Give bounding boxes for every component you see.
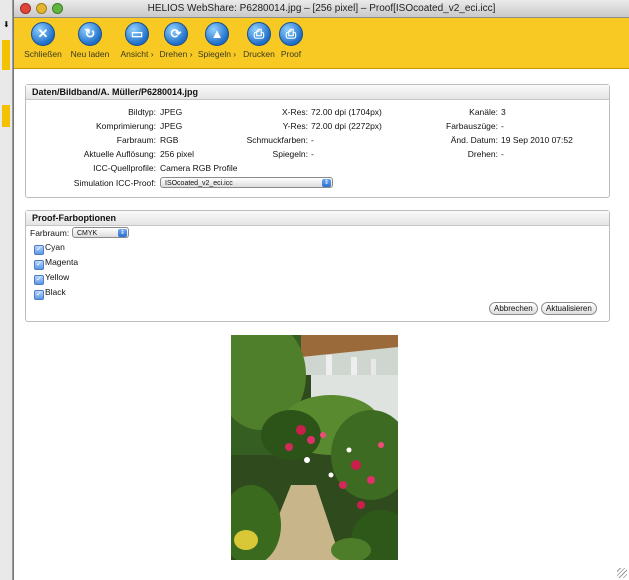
yres-label: Y-Res: [282,121,308,131]
yellow-label: Yellow [45,272,70,282]
icc-source-value: Camera RGB Profile [160,163,238,173]
print-button-label: Drucken [243,49,275,59]
drehen-value: - [501,149,504,159]
aenderungsdatum-label: Änd. Datum: [450,135,498,145]
kanaele-label: Kanäle: [469,107,498,117]
bildtyp-label: Bildtyp: [128,107,156,117]
cyan-checkbox[interactable]: ✓ Cyan [34,242,65,255]
rotate-icon: ⟳ [164,22,188,46]
cyan-label: Cyan [45,242,65,252]
cancel-button[interactable]: Abbrechen [489,302,538,315]
close-icon: ✕ [31,22,55,46]
farbauszuege-value: - [501,121,504,131]
proof-button[interactable]: ⎙ Proof [276,22,306,59]
file-path-header: Daten/Bildband/A. Müller/P6280014.jpg [26,85,609,100]
title-bar: HELIOS WebShare: P6280014.jpg – [256 pix… [14,0,629,18]
proof-colorspace-select[interactable]: CMYK ⇕ [72,227,129,238]
garden-photo [231,335,398,560]
spiegeln-value: - [311,149,314,159]
drehen-label: Drehen: [467,149,498,159]
reload-icon: ↻ [78,22,102,46]
reload-button-label: Neu laden [70,49,110,59]
reload-button[interactable]: ↻ Neu laden [67,22,113,59]
kanaele-value: 3 [501,107,506,117]
icc-source-label: ICC-Quellprofile: [93,163,156,173]
spiegeln-label: Spiegeln: [272,149,308,159]
rotate-button[interactable]: ⟳ Drehen › [156,22,196,59]
update-button[interactable]: Aktualisieren [541,302,597,315]
close-button[interactable]: ✕ Schließen [20,22,66,59]
arrow-down-icon[interactable]: ⬇ [3,20,10,29]
left-sidebar-edge: ⬇ [0,0,13,580]
magenta-checkbox[interactable]: ✓ Magenta [34,257,78,270]
popup-arrows-icon: ⇕ [118,229,127,237]
black-checkbox[interactable]: ✓ Black [34,287,66,300]
proof-options-header: Proof-Farboptionen [26,211,609,226]
checkmark-icon: ✓ [34,275,44,285]
farbraum-label: Farbraum: [116,135,156,145]
simulation-label: Simulation ICC-Proof: [73,178,156,188]
sidebar-marker [2,105,10,127]
rotate-button-label: Drehen › [159,49,193,59]
farbauszuege-label: Farbauszüge: [446,121,498,131]
proof-farbraum-label: Farbraum: [30,228,70,238]
proof-button-label: Proof [280,49,302,59]
view-button[interactable]: ▭ Ansicht › [117,22,157,59]
proof-options-panel: Proof-Farboptionen Farbraum: CMYK ⇕ ✓ Cya… [25,210,610,322]
print-button[interactable]: ⎙ Drucken [239,22,279,59]
webshare-window: HELIOS WebShare: P6280014.jpg – [256 pix… [13,0,629,580]
checkmark-icon: ✓ [34,290,44,300]
aufloesung-label: Aktuelle Auflösung: [83,149,156,159]
toolbar: ✕ Schließen ↻ Neu laden ▭ Ansicht › ⟳ Dr… [14,18,629,69]
black-label: Black [45,287,66,297]
mirror-button[interactable]: ▲ Spiegeln › [196,22,238,59]
mirror-button-label: Spiegeln › [197,49,237,59]
schmuckfarben-label: Schmuckfarben: [246,135,308,145]
yres-value: 72.00 dpi (2272px) [311,121,382,131]
resize-grip-icon[interactable] [617,568,627,578]
close-button-label: Schließen [24,49,62,59]
sidebar-marker [2,40,10,70]
checkmark-icon: ✓ [34,245,44,255]
magenta-label: Magenta [45,257,79,267]
proof-colorspace-value: CMYK [77,230,98,237]
schmuckfarben-value: - [311,135,314,145]
view-button-label: Ansicht › [120,49,154,59]
komprimierung-label: Komprimierung: [96,121,156,131]
yellow-checkbox[interactable]: ✓ Yellow [34,272,69,285]
aenderungsdatum-value: 19 Sep 2010 07:52 [501,135,573,145]
mirror-icon: ▲ [205,22,229,46]
file-info-panel: Daten/Bildband/A. Müller/P6280014.jpg Bi… [25,84,610,198]
image-preview [231,335,398,560]
xres-value: 72.00 dpi (1704px) [311,107,382,117]
print-icon: ⎙ [247,22,271,46]
checkmark-icon: ✓ [34,260,44,270]
simulation-profile-value: ISOcoated_v2_eci.icc [165,180,233,187]
window-title: HELIOS WebShare: P6280014.jpg – [256 pix… [147,3,496,14]
popup-arrows-icon: ⇕ [322,179,331,187]
proof-icon: ⎙ [279,22,303,46]
simulation-profile-select[interactable]: ISOcoated_v2_eci.icc ⇕ [160,177,333,188]
xres-label: X-Res: [282,107,308,117]
view-icon: ▭ [125,22,149,46]
